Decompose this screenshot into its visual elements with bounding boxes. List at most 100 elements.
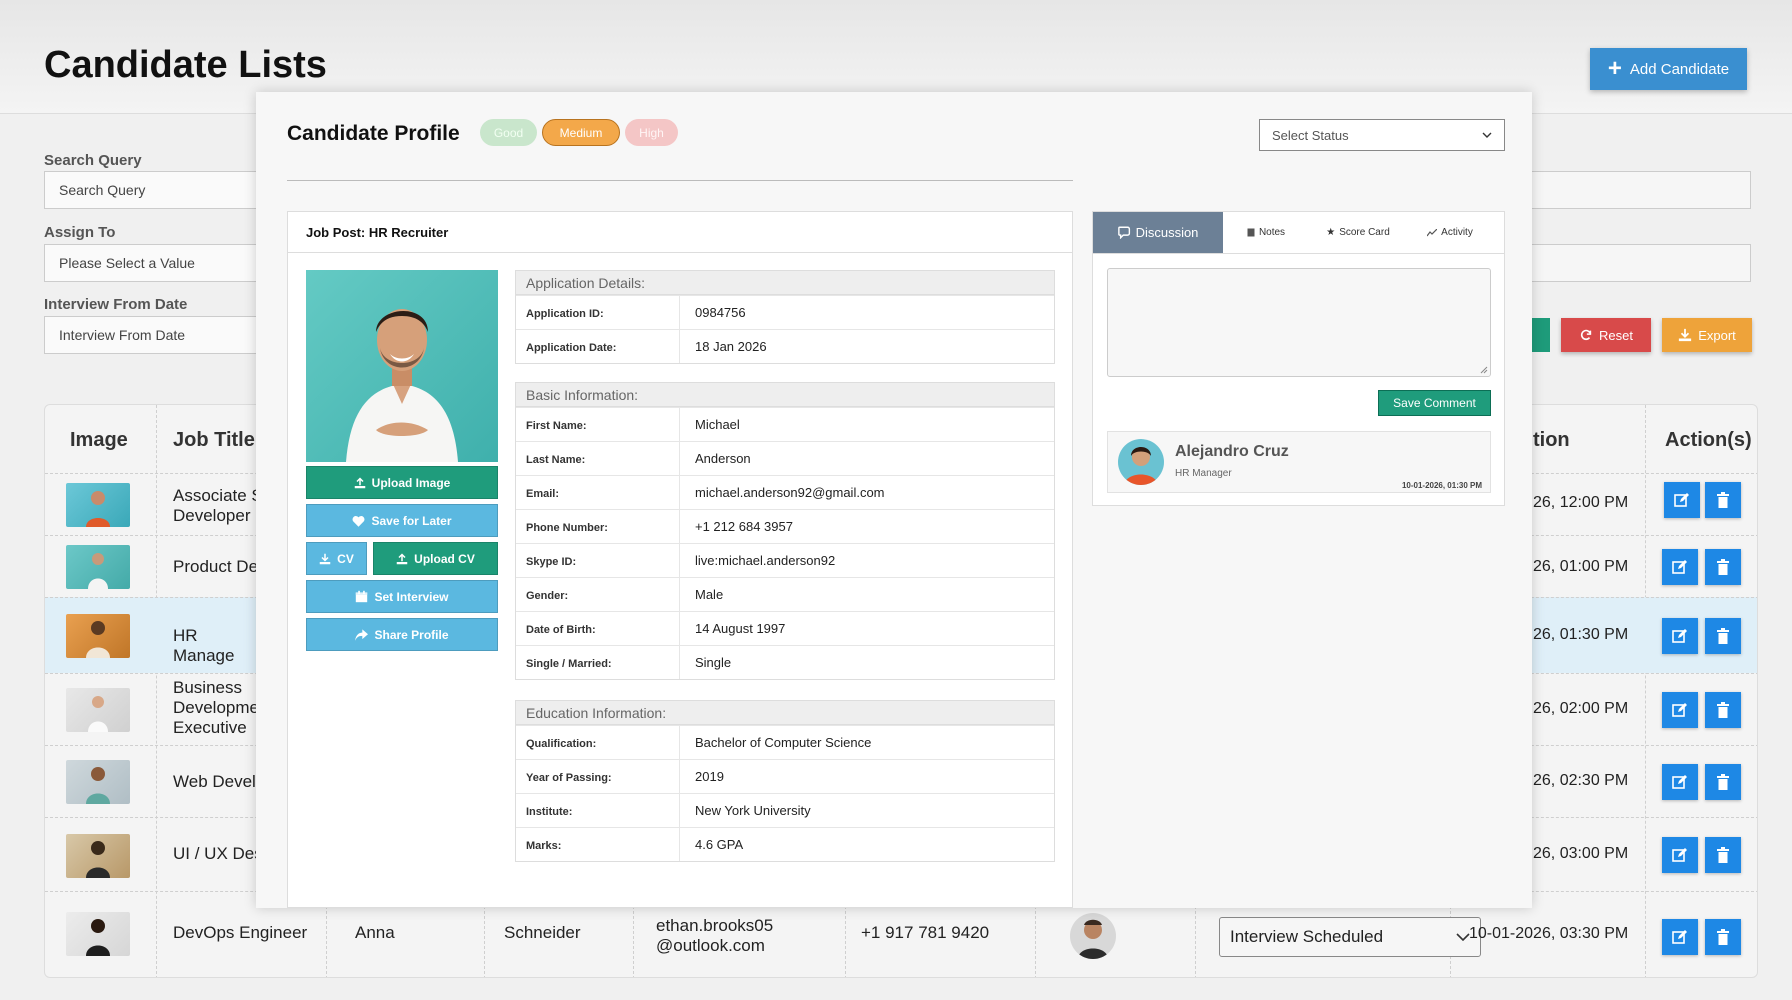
delete-button[interactable] [1705,919,1741,955]
delete-button[interactable] [1705,692,1741,728]
edit-button[interactable] [1662,919,1698,955]
tab-activity[interactable]: Activity [1410,212,1490,253]
interview-from-date-label: Interview From Date [44,296,188,313]
edit-icon [1672,559,1688,575]
email-value: michael.anderson92@gmail.com [695,485,885,500]
header-image: Image [70,429,128,451]
set-interview-button[interactable]: Set Interview [306,580,498,613]
reset-label: Reset [1599,327,1633,343]
edit-button[interactable] [1664,482,1700,518]
save-comment-button[interactable]: Save Comment [1378,390,1491,416]
priority-good-pill[interactable]: Good [480,119,537,146]
reset-button[interactable]: Reset [1561,318,1651,352]
select-status-value: Select Status [1272,127,1349,143]
page-title: Candidate Lists [44,44,327,86]
profile-panel: Job Post: HR Recruiter Upload Image Save… [287,211,1073,908]
priority-medium-pill[interactable]: Medium [542,119,620,146]
edit-icon [1672,702,1688,718]
filter-input-right-1[interactable] [1500,171,1751,209]
delete-button[interactable] [1705,549,1741,585]
date-cell: 26, 02:00 PM [1533,700,1629,717]
detail-row: Year of Passing: 2019 [516,759,1054,793]
search-query-input[interactable]: Search Query [44,171,274,209]
delete-button[interactable] [1705,482,1741,518]
detail-row: Qualification: Bachelor of Computer Scien… [516,725,1054,759]
edit-icon [1672,628,1688,644]
candidate-thumbnail [66,834,130,878]
first-name-cell: Anna [355,923,395,942]
job-title-cell: Associate S Developer [173,486,263,525]
job-title-cell: Business Developme Executive [173,678,259,737]
add-candidate-button[interactable]: + Add Candidate [1590,48,1747,90]
chevron-down-icon [1482,132,1492,138]
first-name-value: Michael [695,417,740,432]
upload-cv-button[interactable]: Upload CV [373,542,498,575]
candidate-thumbnail [66,545,130,589]
header-job-title: Job Title [173,429,255,451]
edit-button[interactable] [1662,692,1698,728]
heart-icon [352,515,365,527]
edit-button[interactable] [1662,764,1698,800]
detail-row: Last Name: Anderson [516,441,1054,475]
tab-activity-label: Activity [1441,227,1473,238]
application-details-heading: Application Details: [516,271,1054,295]
share-profile-label: Share Profile [374,627,449,642]
detail-row: Application Date: 18 Jan 2026 [516,329,1054,363]
date-cell: 26, 02:30 PM [1533,772,1629,789]
assignee-avatar [1070,913,1116,959]
star-icon: ★ [1326,227,1336,238]
delete-button[interactable] [1705,618,1741,654]
application-id-value: 0984756 [695,305,746,320]
trash-icon [1716,847,1730,863]
basic-information-heading: Basic Information: [516,383,1054,407]
download-cv-button[interactable]: CV [306,542,367,575]
save-for-later-label: Save for Later [371,513,452,528]
comment-card: Alejandro Cruz HR Manager 10-01-2026, 01… [1107,431,1491,493]
commenter-role: HR Manager [1175,468,1232,479]
edit-button[interactable] [1662,618,1698,654]
detail-row: Application ID: 0984756 [516,295,1054,329]
job-title-cell: DevOps Engineer [173,923,308,942]
note-icon [1247,228,1255,237]
tab-notes[interactable]: Notes [1226,212,1306,253]
upload-icon [396,552,408,565]
priority-high-pill[interactable]: High [625,119,678,146]
application-date-value: 18 Jan 2026 [695,339,767,354]
gender-value: Male [695,587,724,602]
skype-value: live:michael.anderson92 [695,553,836,568]
marital-status-value: Single [695,655,732,670]
edit-button[interactable] [1662,837,1698,873]
dob-value: 14 August 1997 [695,621,786,636]
date-cell: 26, 01:30 PM [1533,626,1629,643]
institute-value: New York University [695,803,811,818]
share-icon [355,628,369,641]
basic-information-section: Basic Information: First Name: Michael La… [515,382,1055,680]
email-cell-line1: ethan.brooks05 [656,916,774,935]
detail-row: Email: michael.anderson92@gmail.com [516,475,1054,509]
edit-icon [1672,774,1688,790]
tab-discussion[interactable]: Discussion [1093,212,1223,253]
filter-input-right-2[interactable] [1500,244,1751,282]
comment-textarea[interactable] [1107,268,1491,377]
assign-to-select[interactable]: Please Select a Value [44,244,274,282]
detail-row: Gender: Male [516,577,1054,611]
delete-button[interactable] [1705,764,1741,800]
calendar-icon [355,590,368,603]
delete-button[interactable] [1705,837,1741,873]
save-for-later-button[interactable]: Save for Later [306,504,498,537]
export-button[interactable]: Export [1662,318,1752,352]
job-post-title: Job Post: HR Recruiter [306,225,449,240]
tab-score-card[interactable]: ★ Score Card [1310,212,1406,253]
date-cell: 26, 03:00 PM [1533,845,1629,862]
candidate-status-select[interactable]: Interview Scheduled [1219,917,1481,957]
interview-from-date-input[interactable]: Interview From Date [44,316,274,354]
select-status-dropdown[interactable]: Select Status [1259,119,1505,151]
set-interview-label: Set Interview [374,589,449,604]
date-cell: 10-01-2026, 03:30 PM [1469,925,1629,942]
upload-image-button[interactable]: Upload Image [306,466,498,499]
download-icon [1678,328,1692,342]
phone-cell: +1 917 781 9420 [861,923,990,942]
share-profile-button[interactable]: Share Profile [306,618,498,651]
search-query-label: Search Query [44,152,142,169]
edit-button[interactable] [1662,549,1698,585]
